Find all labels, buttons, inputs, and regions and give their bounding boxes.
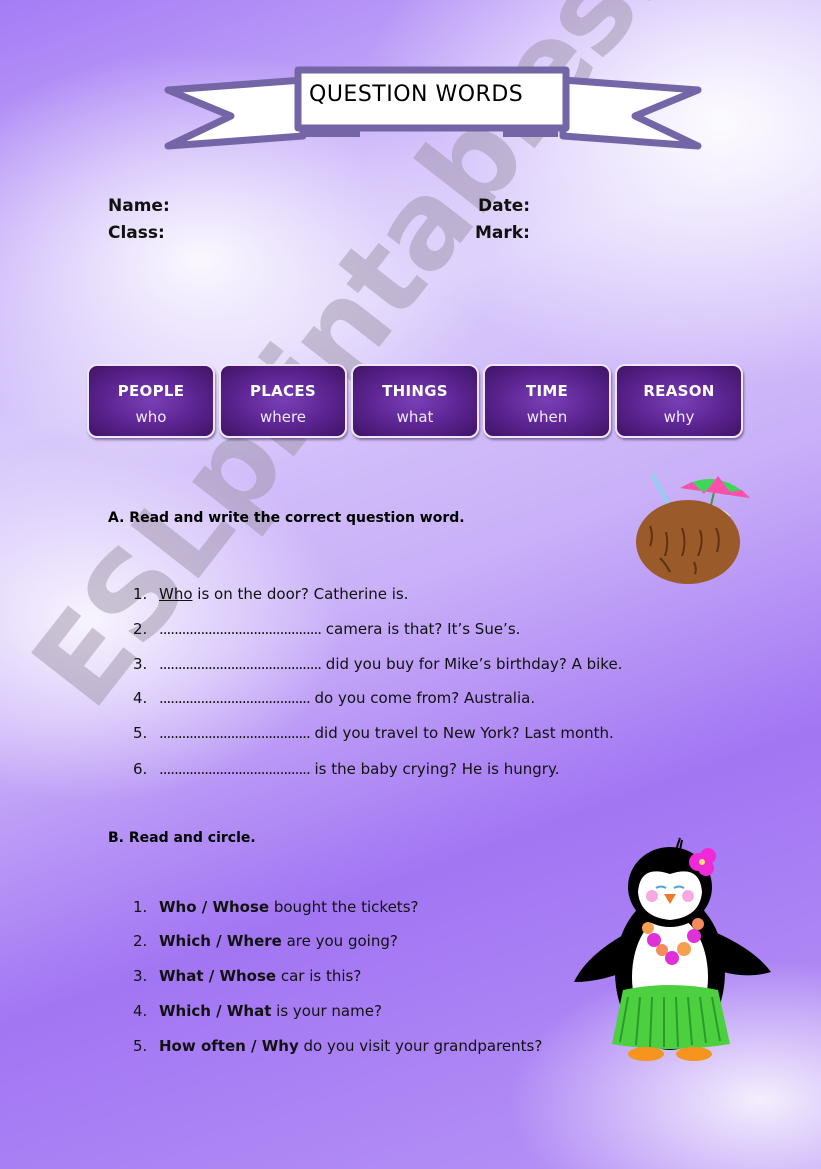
category-heading: PLACES: [249, 382, 317, 400]
circle-options[interactable]: How often / Why: [159, 1037, 299, 1055]
section-a-item: 6.......................................…: [133, 760, 559, 778]
circle-options[interactable]: What / Whose: [159, 967, 276, 985]
item-number: 1.: [133, 585, 148, 603]
item-number: 3.: [133, 967, 148, 985]
page-title: QUESTION WORDS: [309, 82, 524, 107]
category-heading: PEOPLE: [117, 382, 185, 400]
section-a-item: 5.......................................…: [133, 724, 614, 742]
hula-penguin-illustration: [574, 837, 771, 1061]
answer-blank[interactable]: ........................................…: [159, 655, 322, 673]
circle-options[interactable]: Who / Whose: [159, 898, 269, 916]
name-label: Name:: [108, 196, 170, 216]
item-text: is the baby crying? He is hungry.: [309, 760, 560, 778]
item-text: do you come from? Australia.: [309, 689, 536, 707]
answer-blank[interactable]: ........................................: [159, 760, 311, 778]
item-number: 5.: [133, 1037, 148, 1055]
category-people: PEOPLE who: [87, 364, 215, 438]
section-b-item: 5. How often / Why do you visit your gran…: [133, 1037, 542, 1055]
answer-blank[interactable]: ........................................: [159, 724, 311, 742]
circle-options[interactable]: Which / What: [159, 1002, 271, 1020]
date-label: Date:: [478, 196, 531, 216]
class-label: Class:: [108, 223, 165, 243]
section-b-item: 1. Who / Whose bought the tickets?: [133, 898, 418, 916]
item-number: 5.: [133, 724, 148, 742]
category-things: THINGS what: [351, 364, 479, 438]
section-b-item: 4. Which / What is your name?: [133, 1002, 382, 1020]
item-text: bought the tickets?: [269, 898, 419, 916]
answer-blank[interactable]: ........................................…: [159, 620, 322, 638]
category-heading: THINGS: [382, 382, 448, 400]
mark-label: Mark:: [475, 223, 530, 243]
item-number: 3.: [133, 655, 148, 673]
section-b-item: 2. Which / Where are you going?: [133, 932, 398, 950]
category-reason: REASON why: [615, 364, 743, 438]
category-places: PLACES where: [219, 364, 347, 438]
item-text: camera is that? It’s Sue’s.: [321, 620, 521, 638]
category-word: when: [526, 408, 568, 426]
section-a-title: A. Read and write the correct question w…: [108, 510, 465, 526]
grass-skirt-icon: [612, 985, 730, 1049]
answer-blank[interactable]: ........................................: [159, 689, 311, 707]
category-word: why: [663, 408, 695, 426]
category-heading: REASON: [643, 382, 715, 400]
item-number: 6.: [133, 760, 148, 778]
item-number: 2.: [133, 620, 148, 638]
title-banner: [164, 66, 702, 150]
item-number: 4.: [133, 689, 148, 707]
section-b-title: B. Read and circle.: [108, 830, 256, 846]
item-number: 1.: [133, 898, 148, 916]
item-text: do you visit your grandparents?: [298, 1037, 543, 1055]
item-text: is your name?: [271, 1002, 382, 1020]
item-text: is on the door? Catherine is.: [192, 585, 409, 603]
section-a-item: 4.......................................…: [133, 689, 535, 707]
coconut-drink-illustration: [636, 473, 750, 584]
question-word-categories: PEOPLE who PLACES where THINGS what TIME…: [87, 364, 743, 438]
item-text: are you going?: [281, 932, 398, 950]
item-text: did you buy for Mike’s birthday? A bike.: [321, 655, 623, 673]
section-a-item: 3.......................................…: [133, 655, 622, 673]
item-text: did you travel to New York? Last month.: [309, 724, 614, 742]
item-text: car is this?: [276, 967, 362, 985]
item-number: 4.: [133, 1002, 148, 1020]
section-b-item: 3. What / Whose car is this?: [133, 967, 361, 985]
category-word: who: [135, 408, 167, 426]
category-time: TIME when: [483, 364, 611, 438]
category-word: where: [259, 408, 307, 426]
section-a-item: 1. Who is on the door? Catherine is.: [133, 585, 409, 603]
circle-options[interactable]: Which / Where: [159, 932, 282, 950]
section-a-item: 2.......................................…: [133, 620, 520, 638]
category-word: what: [396, 408, 434, 426]
item-number: 2.: [133, 932, 148, 950]
example-answer: Who: [159, 585, 193, 603]
category-heading: TIME: [525, 382, 569, 400]
